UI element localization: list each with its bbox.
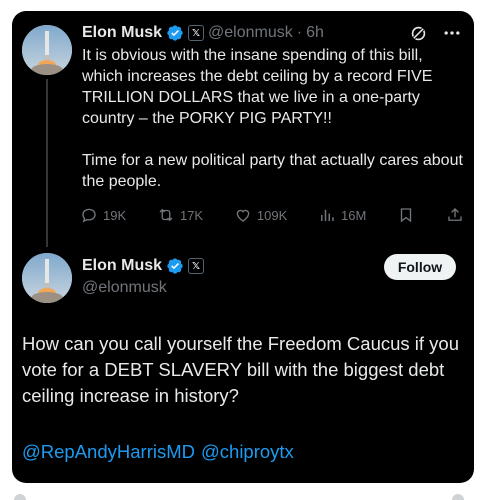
author-name[interactable]: Elon Musk: [82, 24, 162, 42]
author-handle[interactable]: @elonmusk: [82, 279, 167, 297]
affiliate-x-badge-icon: 𝕏: [188, 258, 205, 274]
context-tweet-header: Elon Musk 𝕏 @elonmusk · 6h: [82, 21, 324, 45]
repost-icon: [159, 208, 173, 222]
reply-icon: [82, 208, 96, 223]
tweet-card: Elon Musk 𝕏 @elonmusk · 6h It is obvious…: [12, 11, 474, 483]
mention-link[interactable]: @RepAndyHarrisMD: [22, 439, 195, 465]
main-tweet-header: Elon Musk 𝕏: [82, 257, 205, 275]
tweet-paragraph: Time for a new political party that actu…: [82, 152, 463, 190]
views-button[interactable]: 16M: [318, 206, 366, 224]
post-time[interactable]: 6h: [306, 24, 324, 42]
bookmark-button[interactable]: [397, 206, 415, 224]
verified-badge-icon: [166, 24, 184, 42]
views-icon: [321, 209, 334, 221]
like-button[interactable]: 109K: [234, 206, 287, 224]
verified-badge-icon: [166, 257, 184, 275]
grok-icon[interactable]: [408, 23, 428, 43]
views-count: 16M: [341, 207, 367, 223]
avatar-image: [22, 25, 72, 75]
repost-button[interactable]: 17K: [157, 206, 203, 224]
share-button[interactable]: [446, 206, 464, 224]
mention-link[interactable]: @chiproytx: [201, 439, 294, 465]
heart-icon: [236, 209, 250, 222]
main-tweet-text: How can you call yourself the Freedom Ca…: [22, 333, 460, 406]
engagement-bar: 19K 17K 109K 16M: [80, 204, 464, 226]
avatar[interactable]: [22, 253, 72, 303]
bottom-edge-fragment: [14, 494, 26, 500]
bottom-edge-fragment: [452, 494, 464, 500]
reply-button[interactable]: 19K: [80, 206, 126, 224]
context-tweet-top-actions: [408, 23, 462, 43]
mentions: @RepAndyHarrisMD @chiproytx: [22, 439, 294, 465]
avatar-image: [22, 253, 72, 303]
share-icon: [448, 208, 462, 221]
tweet-paragraph: It is obvious with the insane spending o…: [82, 47, 433, 127]
bookmark-icon: [400, 208, 412, 223]
follow-button[interactable]: Follow: [384, 254, 456, 280]
author-handle[interactable]: @elonmusk: [208, 24, 293, 42]
avatar[interactable]: [22, 25, 72, 75]
reply-count: 19K: [103, 207, 127, 223]
more-icon[interactable]: [442, 23, 462, 43]
repost-count: 17K: [179, 207, 204, 223]
separator-dot: ·: [296, 24, 303, 41]
like-count: 109K: [256, 207, 288, 223]
thread-connector-line: [46, 79, 48, 247]
author-name[interactable]: Elon Musk: [82, 257, 162, 275]
affiliate-x-badge-icon: 𝕏: [188, 25, 205, 41]
context-tweet-text: It is obvious with the insane spending o…: [82, 45, 466, 192]
